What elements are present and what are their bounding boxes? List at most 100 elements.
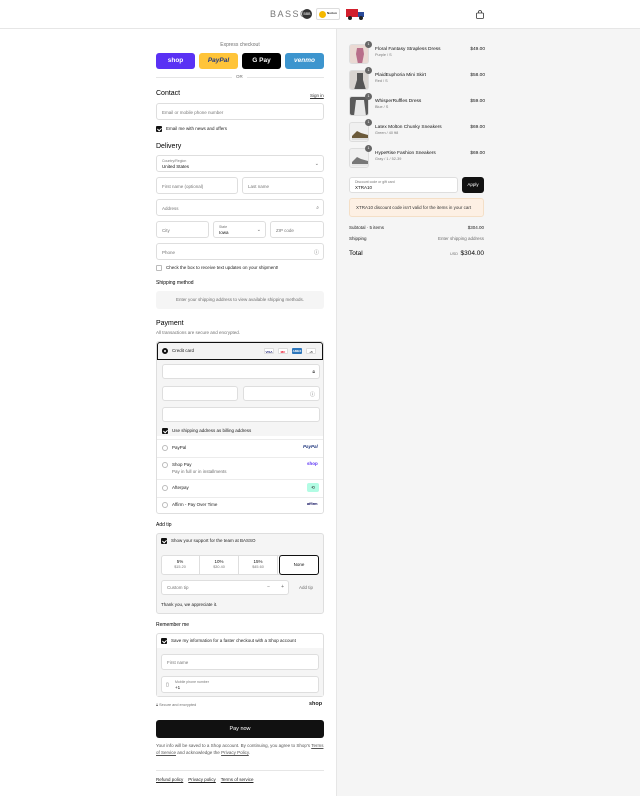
- last-name-field[interactable]: Last name: [242, 177, 324, 194]
- paypal-radio[interactable]: [162, 445, 168, 451]
- secure-text: 🔒︎ Secure and encrypted: [156, 703, 197, 707]
- contact-heading: Contact: [156, 90, 181, 97]
- afterpay-label: Afterpay: [172, 485, 189, 490]
- name-on-card-field[interactable]: [162, 407, 320, 422]
- item-name: HypeRise Fashion Sneakers: [375, 151, 436, 156]
- city-field[interactable]: City: [156, 221, 209, 238]
- privacy-policy-link[interactable]: Privacy Policy: [221, 750, 249, 755]
- lock-icon: 🔒︎: [312, 369, 315, 375]
- cart-item: 1 WhisperRuffles Dress Blue / S $59.00: [349, 93, 485, 118]
- news-checkbox[interactable]: [156, 126, 162, 132]
- shop-pay-sub: Pay in full or in installments: [172, 469, 227, 474]
- shopping-bag-icon[interactable]: [476, 10, 484, 19]
- save-info-checkbox[interactable]: [161, 638, 167, 644]
- paypal-button[interactable]: PayPal: [199, 53, 238, 69]
- subtotal-value: $304.00: [467, 225, 484, 230]
- item-variant: Purple / S: [375, 53, 392, 57]
- chevron-down-icon: ⌄: [314, 161, 319, 167]
- item-price: $69.00: [470, 125, 485, 130]
- apply-discount-button[interactable]: Apply: [462, 177, 484, 193]
- tip-support-label: Show your support for the team at BASSO: [171, 538, 256, 543]
- quantity-badge: 1: [365, 145, 372, 152]
- affirm-logo-icon: affirm: [307, 502, 318, 506]
- item-price: $58.00: [470, 73, 485, 78]
- shop-pay-label: Shop Pay: [172, 462, 192, 467]
- discount-code-field[interactable]: Discount code or gift card XTRA10: [349, 177, 458, 193]
- venmo-button[interactable]: venmo: [285, 53, 324, 69]
- afterpay-radio[interactable]: [162, 485, 168, 491]
- legal-text: Your info will be saved to a Shop accoun…: [156, 743, 324, 755]
- footer-links: Refund policy Privacy policy Terms of se…: [156, 777, 254, 782]
- sms-checkbox-label: Check the box to receive text updates on…: [166, 265, 279, 270]
- phone-field[interactable]: Phone ⓘ: [156, 243, 324, 260]
- item-name: WhisperRuffles Dress: [375, 99, 422, 104]
- tip-option-15[interactable]: 15% $45.60: [239, 555, 278, 575]
- mastercard-icon: MC: [278, 348, 288, 354]
- affirm-radio[interactable]: [162, 502, 168, 508]
- discount-warning: XTRA10 discount code isn't valid for the…: [349, 198, 484, 217]
- quantity-badge: 1: [365, 41, 372, 48]
- tip-option-10[interactable]: 10% $30.40: [200, 555, 239, 575]
- pay-now-button[interactable]: Pay now: [156, 720, 324, 738]
- email-field[interactable]: Email or mobile phone number: [156, 103, 324, 120]
- first-name-field[interactable]: First name (optional): [156, 177, 238, 194]
- help-circle-icon[interactable]: ⓘ: [314, 249, 319, 256]
- item-price: $59.00: [470, 99, 485, 104]
- credit-card-radio[interactable]: [162, 348, 168, 354]
- remember-phone-field[interactable]: ▯ Mobile phone number +1: [161, 676, 319, 693]
- card-number-field[interactable]: 🔒︎: [162, 364, 320, 379]
- cart-item: 1 Floral Fantasy Strapless Dress Purple …: [349, 41, 485, 66]
- expiration-field[interactable]: [162, 386, 238, 401]
- item-variant: Red / S: [375, 79, 388, 83]
- shipping-value: Enter shipping address: [437, 236, 484, 241]
- quantity-badge: 1: [365, 67, 372, 74]
- google-pay-button[interactable]: G Pay: [242, 53, 281, 69]
- paypal-logo-icon: PayPal: [303, 444, 318, 449]
- custom-tip-field[interactable]: Custom tip − +: [161, 580, 289, 595]
- news-checkbox-label: Email me with news and offers: [166, 126, 227, 131]
- address-field[interactable]: Address ⌕: [156, 199, 324, 216]
- help-circle-icon[interactable]: ⓘ: [310, 391, 315, 398]
- add-tip-button[interactable]: Add tip: [299, 585, 313, 590]
- chevron-down-icon: ⌄: [256, 227, 261, 233]
- state-select[interactable]: State Iowa ⌄: [213, 221, 266, 238]
- item-name: Latex Molton Chunky Sneakers: [375, 125, 442, 130]
- terms-of-service-footer-link[interactable]: Terms of service: [221, 777, 254, 782]
- express-checkout-label: Express checkout: [220, 42, 260, 48]
- order-summary-panel: [337, 29, 640, 796]
- quantity-badge: 1: [365, 93, 372, 100]
- tip-option-5[interactable]: 5% $15.20: [161, 555, 200, 575]
- plus-icon[interactable]: +: [281, 584, 284, 590]
- security-code-field[interactable]: ⓘ: [243, 386, 320, 401]
- privacy-policy-footer-link[interactable]: Privacy policy: [188, 777, 216, 782]
- cart-item: 1 HypeRise Fashion Sneakers Gray / 1 / 5…: [349, 145, 485, 170]
- country-select[interactable]: Country/Region United States ⌄: [156, 155, 324, 172]
- remember-first-name-field[interactable]: First name: [161, 654, 319, 670]
- zip-field[interactable]: ZIP code: [270, 221, 324, 238]
- minus-icon[interactable]: −: [267, 584, 270, 590]
- sms-checkbox[interactable]: [156, 265, 162, 271]
- item-variant: Blue / S: [375, 105, 389, 109]
- quantity-badge: 1: [365, 119, 372, 126]
- amex-icon: AMEX: [292, 348, 302, 354]
- remember-me-heading: Remember me: [156, 622, 190, 628]
- footer-divider: [156, 770, 324, 771]
- shipping-method-heading: Shipping method: [156, 280, 194, 286]
- or-divider: OR: [156, 74, 324, 80]
- item-variant: Green / 40 ¥8: [375, 131, 399, 135]
- currency-code: USD: [450, 252, 459, 256]
- norton-badge-icon: Norton: [316, 8, 340, 20]
- shop-pay-radio[interactable]: [162, 462, 168, 468]
- tip-option-none[interactable]: None: [279, 555, 319, 575]
- total-label: Total: [349, 250, 363, 257]
- refund-policy-link[interactable]: Refund policy: [156, 777, 183, 782]
- shipping-method-info: Enter your shipping address to view avai…: [156, 291, 324, 309]
- sign-in-link[interactable]: Sign in: [310, 93, 324, 98]
- shipping-label: Shipping: [349, 236, 367, 241]
- shop-pay-button[interactable]: shop: [156, 53, 195, 69]
- bbb-badge-icon: BBB: [302, 9, 312, 19]
- item-name: PlaidEuphoria Mini Skirt: [375, 73, 426, 78]
- billing-checkbox[interactable]: [162, 428, 168, 434]
- tip-support-checkbox[interactable]: [161, 538, 167, 544]
- shop-pay-option[interactable]: [157, 457, 323, 479]
